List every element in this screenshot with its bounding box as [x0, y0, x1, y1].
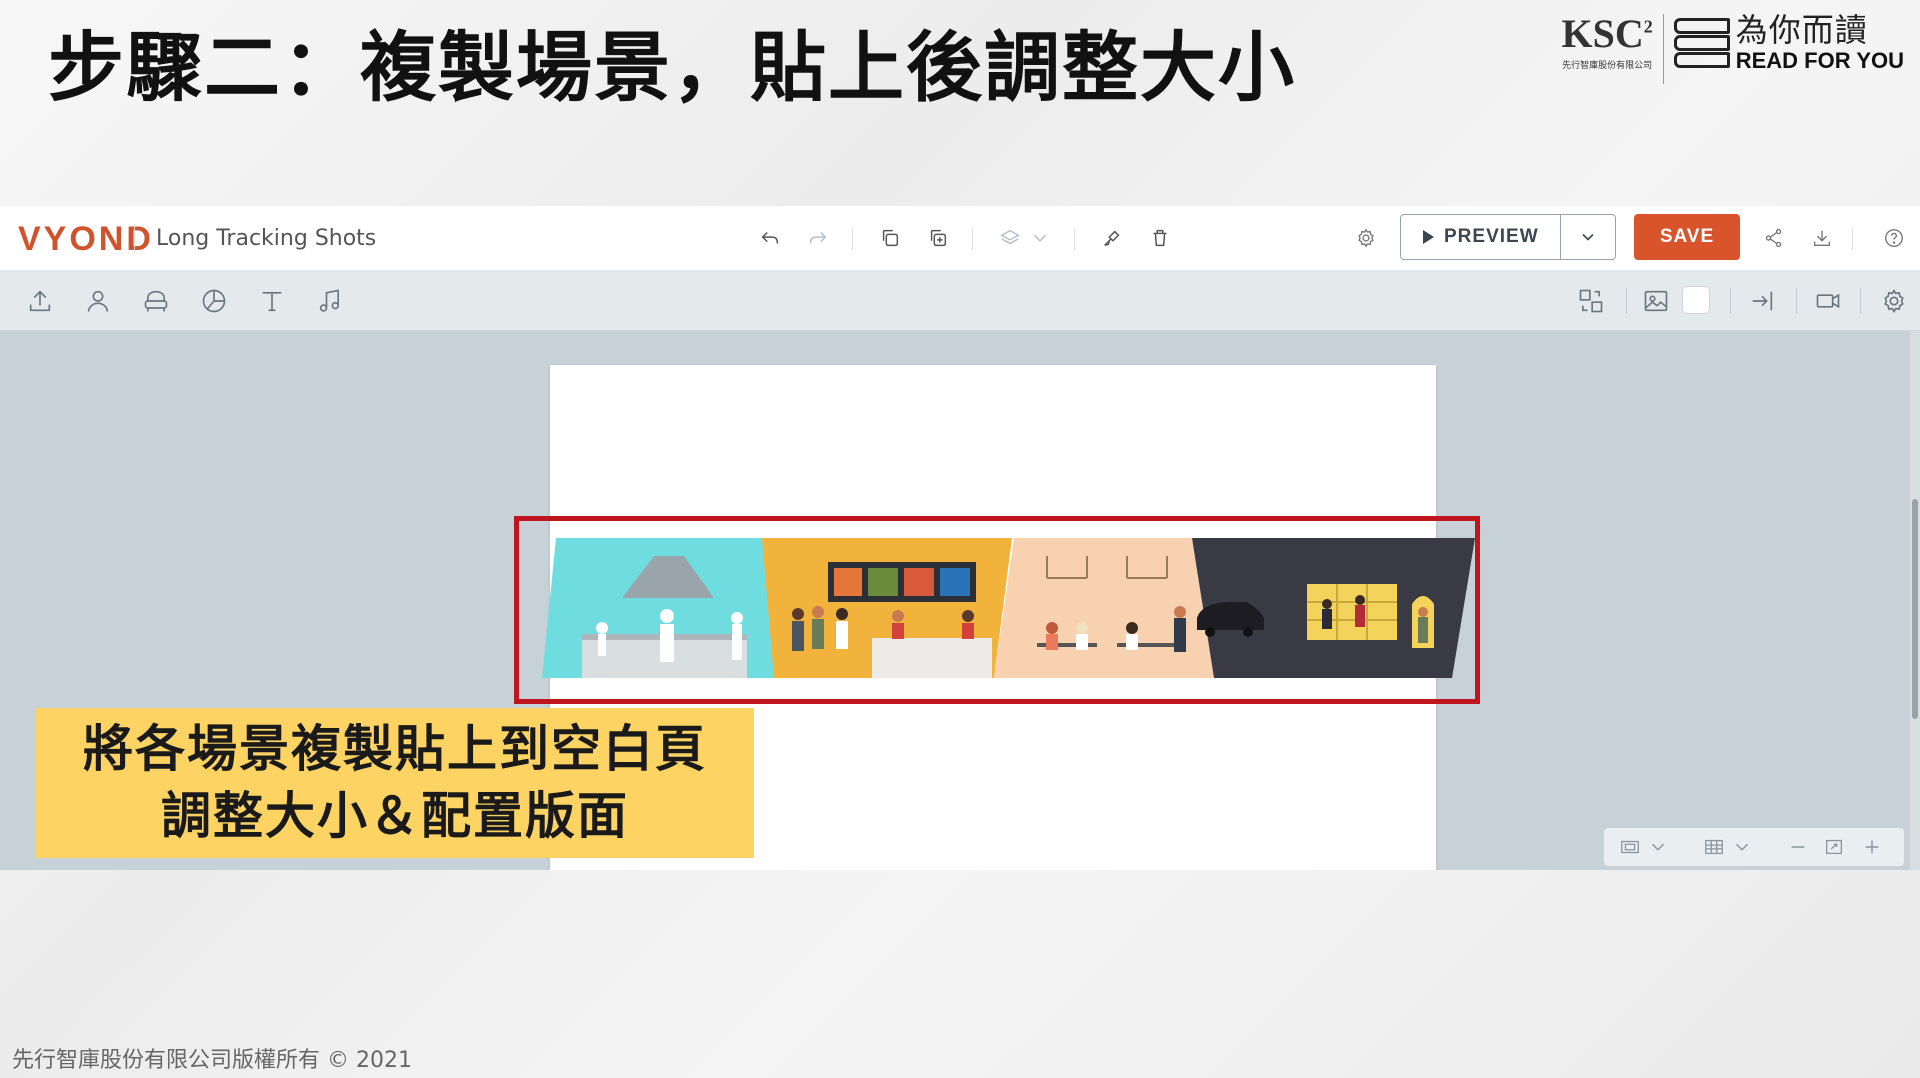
ksc-logo-mark: KSC — [1561, 11, 1644, 56]
duplicate-icon[interactable] — [924, 224, 952, 252]
project-title[interactable]: Long Tracking Shots — [156, 226, 376, 251]
save-button[interactable]: SAVE — [1634, 214, 1740, 260]
props-icon[interactable] — [140, 285, 172, 317]
play-icon — [1423, 230, 1434, 244]
preview-label: PREVIEW — [1444, 226, 1539, 247]
logo-divider — [1662, 14, 1664, 84]
selection-highlight — [514, 516, 1480, 704]
preview-main[interactable]: PREVIEW — [1401, 215, 1561, 259]
character-icon[interactable] — [82, 285, 114, 317]
camera-icon[interactable] — [1812, 285, 1844, 317]
instruction-caption: 將各場景複製貼上到空白頁 調整大小＆配置版面 — [36, 708, 754, 858]
asset-toolbar — [0, 270, 1920, 331]
copyright-footer: 先行智庫股份有限公司版權所有 © 2021 — [12, 1048, 412, 1073]
vertical-scrollbar[interactable] — [1910, 331, 1920, 870]
books-icon — [1673, 17, 1730, 69]
zoom-controls — [1604, 828, 1904, 866]
scroll-thumb[interactable] — [1912, 499, 1918, 719]
share-icon[interactable] — [1760, 224, 1788, 252]
image-icon[interactable] — [1640, 285, 1672, 317]
layers-dropdown-chevron-icon[interactable] — [1026, 224, 1054, 252]
redo-icon[interactable] — [804, 224, 832, 252]
preview-button[interactable]: PREVIEW — [1400, 214, 1616, 260]
download-icon[interactable] — [1808, 224, 1836, 252]
fit-icon[interactable] — [1822, 835, 1846, 859]
text-icon[interactable] — [256, 285, 288, 317]
rfy-english-text: READ FOR YOU — [1735, 48, 1904, 73]
help-icon[interactable] — [1880, 224, 1908, 252]
grid-icon[interactable] — [1702, 835, 1726, 859]
chart-icon[interactable] — [198, 285, 230, 317]
ksc-logo-subtitle: 先行智庫股份有限公司 — [1562, 61, 1653, 71]
slide-title: 步驟二：複製場景，貼上後調整大小 — [48, 23, 1296, 112]
settings-icon[interactable] — [1352, 224, 1380, 252]
frame-icon[interactable] — [1618, 835, 1642, 859]
copy-icon[interactable] — [876, 224, 904, 252]
gear-icon[interactable] — [1878, 285, 1910, 317]
undo-icon[interactable] — [756, 224, 784, 252]
background-color-swatch[interactable] — [1683, 287, 1709, 313]
layers-icon[interactable] — [996, 224, 1024, 252]
divider — [134, 224, 135, 252]
brush-icon[interactable] — [1098, 224, 1126, 252]
trash-icon[interactable] — [1146, 224, 1174, 252]
chevron-down-icon — [1582, 233, 1594, 241]
zoom-out-icon[interactable] — [1786, 835, 1810, 859]
ksc-logo: KSC2 先行智庫股份有限公司 — [1561, 11, 1653, 72]
read-for-you-logo: 為你而讀 READ FOR YOU — [1673, 11, 1904, 73]
upload-icon[interactable] — [24, 285, 56, 317]
rfy-chinese-text: 為你而讀 — [1735, 11, 1868, 49]
ksc-logo-sup: 2 — [1643, 16, 1653, 37]
caption-line-2: 調整大小＆配置版面 — [161, 787, 629, 845]
chevron-down-icon[interactable] — [1730, 835, 1754, 859]
logos: KSC2 先行智庫股份有限公司 為你而讀 READ FOR YOU — [1561, 14, 1904, 84]
zoom-in-icon[interactable] — [1860, 835, 1884, 859]
preview-dropdown[interactable] — [1561, 227, 1615, 247]
top-bar: VYOND Long Tracking Shots PREVIEW SAVE — [0, 206, 1920, 271]
enter-icon[interactable] — [1746, 285, 1778, 317]
swap-icon[interactable] — [1575, 285, 1607, 317]
music-icon[interactable] — [314, 285, 346, 317]
chevron-down-icon[interactable] — [1646, 835, 1670, 859]
caption-line-1: 將各場景複製貼上到空白頁 — [83, 720, 707, 778]
